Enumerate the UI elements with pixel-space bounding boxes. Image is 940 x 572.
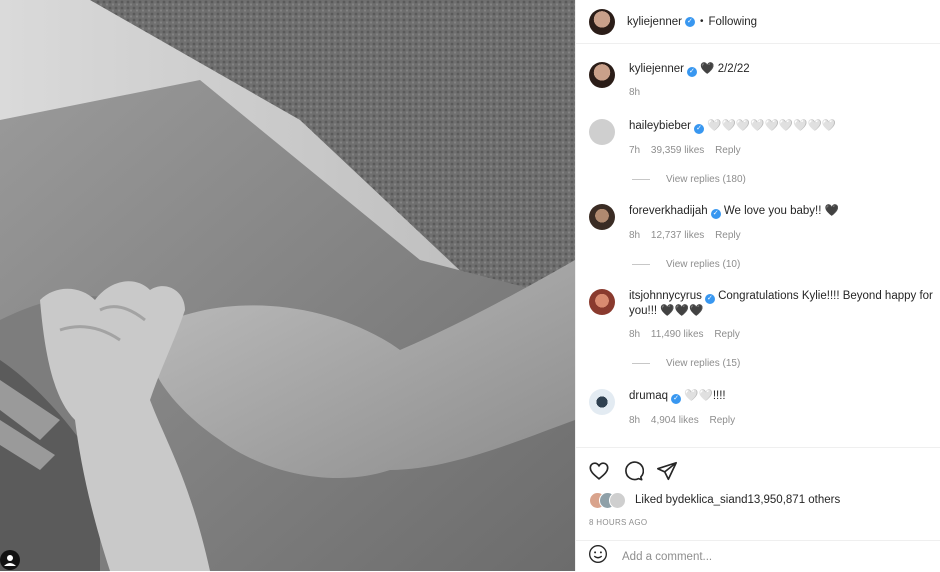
caption-text: 🖤 2/2/22 — [700, 63, 750, 75]
comment-likes[interactable]: 12,737 likes — [651, 230, 704, 241]
likes-prefix: Liked by — [635, 494, 678, 506]
commenter-avatar[interactable] — [589, 204, 615, 230]
divider — [632, 264, 650, 265]
caption-username[interactable]: kyliejenner — [629, 63, 684, 75]
view-replies-label: View replies (180) — [666, 174, 746, 185]
comment-text: We love you baby!! 🖤 — [723, 205, 839, 217]
view-replies-label: View replies (10) — [666, 259, 741, 270]
post-header: kyliejenner ✓ • Following — [576, 0, 940, 44]
likes-user-link[interactable]: deklica_si — [678, 494, 729, 506]
author-avatar[interactable] — [589, 62, 615, 88]
comment-time: 7h — [629, 145, 641, 156]
likes-summary: Liked by deklica_si and 13,950,871 other… — [589, 492, 841, 509]
post-photo[interactable] — [0, 0, 575, 571]
emoji-icon[interactable] — [588, 544, 608, 569]
comment-item: haileybieber ✓ 🤍🤍🤍🤍🤍🤍🤍🤍🤍 7h 39,359 likes … — [589, 119, 935, 185]
follow-status-button[interactable]: Following — [709, 16, 758, 28]
verified-badge-icon: ✓ — [710, 209, 721, 219]
reply-button[interactable]: Reply — [710, 415, 736, 426]
comment-text: 🤍🤍!!!! — [684, 390, 726, 402]
comment-likes[interactable]: 39,359 likes — [651, 145, 704, 156]
commenter-avatar[interactable] — [589, 119, 615, 145]
reply-button[interactable]: Reply — [715, 145, 741, 156]
commenter-avatar[interactable] — [589, 289, 615, 315]
likes-middle: and — [728, 494, 748, 506]
post-timestamp[interactable]: 8 HOURS AGO — [589, 518, 647, 527]
caption: kyliejenner ✓ 🖤 2/2/22 8h — [589, 62, 935, 98]
commenter-avatar[interactable] — [589, 389, 615, 415]
view-replies-button[interactable]: View replies (15) — [632, 358, 935, 369]
comments-list[interactable]: kyliejenner ✓ 🖤 2/2/22 8h haileybieber ✓ 🤍… — [576, 44, 940, 446]
view-replies-button[interactable]: View replies (10) — [632, 259, 935, 270]
share-icon[interactable] — [656, 460, 678, 487]
comment-username[interactable]: drumaq — [629, 390, 668, 402]
comment-likes[interactable]: 4,904 likes — [651, 415, 699, 426]
comment-time: 8h — [629, 230, 641, 241]
verified-badge-icon: ✓ — [671, 394, 681, 404]
liker-avatars[interactable] — [589, 492, 629, 509]
post-photo-image — [0, 0, 575, 571]
post-actions: Liked by deklica_si and 13,950,871 other… — [576, 447, 940, 541]
caption-time: 8h — [629, 87, 641, 98]
verified-badge-icon: ✓ — [686, 67, 697, 77]
reply-button[interactable]: Reply — [715, 230, 741, 241]
add-comment-bar — [576, 540, 940, 572]
comment-username[interactable]: itsjohnnycyrus — [629, 290, 702, 302]
verified-badge-icon: ✓ — [704, 294, 715, 304]
comment-time: 8h — [629, 329, 641, 340]
divider — [632, 179, 650, 180]
comment-likes[interactable]: 11,490 likes — [651, 329, 704, 340]
verified-badge-icon: ✓ — [694, 124, 705, 134]
add-comment-input[interactable] — [620, 549, 924, 564]
comment-item: foreverkhadijah ✓ We love you baby!! 🖤 8h… — [589, 204, 935, 270]
comment-icon[interactable] — [622, 460, 645, 487]
author-avatar[interactable] — [589, 8, 615, 35]
reply-button[interactable]: Reply — [714, 329, 740, 340]
author-username[interactable]: kyliejenner — [627, 16, 682, 28]
comment-time: 8h — [629, 415, 641, 426]
header-separator: • — [699, 16, 704, 27]
heart-icon[interactable] — [588, 460, 610, 487]
comment-item: itsjohnnycyrus ✓ Congratulations Kylie!!!… — [589, 289, 935, 369]
comment-text: 🤍🤍🤍🤍🤍🤍🤍🤍🤍 — [707, 120, 837, 132]
comment-username[interactable]: foreverkhadijah — [629, 205, 708, 217]
post-details-panel: kyliejenner ✓ • Following kyliejenner ✓ 🖤… — [575, 0, 940, 571]
view-replies-button[interactable]: View replies (180) — [632, 174, 935, 185]
comment-item: drumaq ✓ 🤍🤍!!!! 8h 4,904 likes Reply — [589, 389, 935, 426]
divider — [632, 363, 650, 364]
liker-avatar — [609, 492, 626, 509]
tag-people-icon[interactable] — [0, 550, 20, 570]
likes-count-link[interactable]: 13,950,871 others — [748, 494, 841, 506]
view-replies-label: View replies (15) — [666, 358, 741, 369]
verified-badge-icon: ✓ — [684, 16, 695, 27]
comment-username[interactable]: haileybieber — [629, 120, 691, 132]
